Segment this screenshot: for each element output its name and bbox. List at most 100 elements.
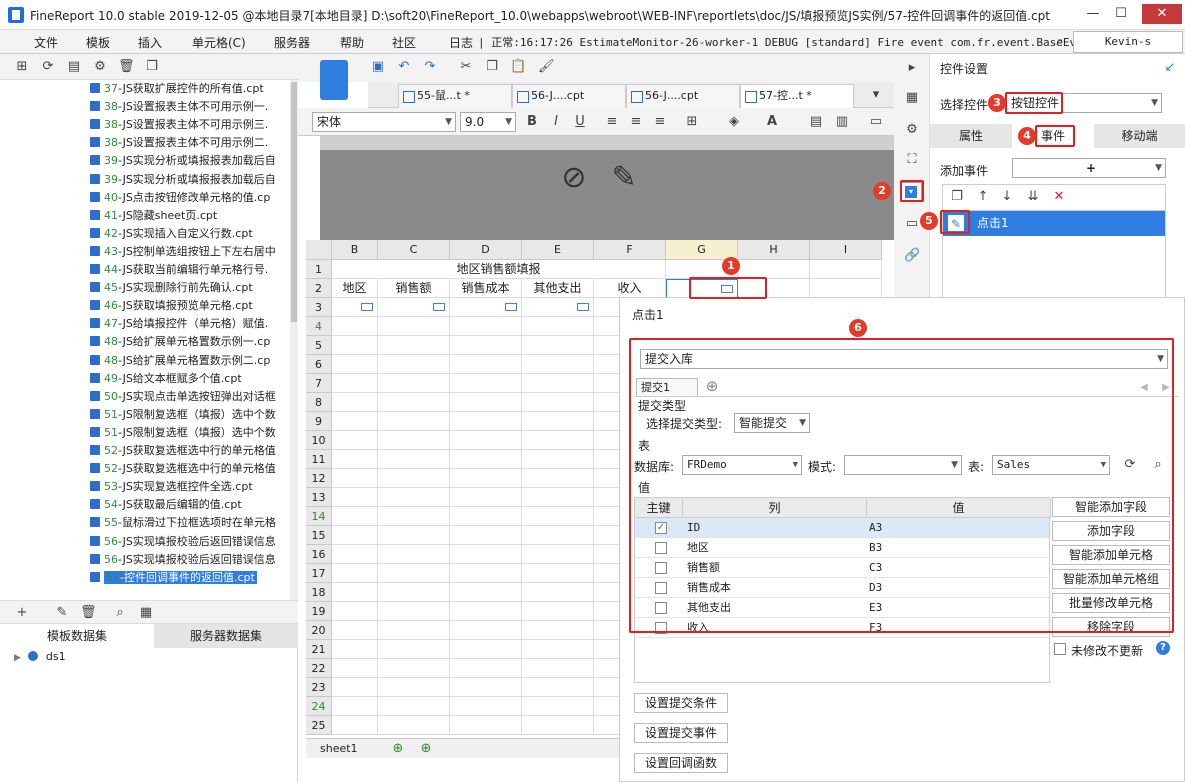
move-down-icon[interactable]: ↓ <box>999 189 1015 205</box>
hyperlink-icon[interactable]: 🔗 <box>904 248 920 264</box>
file-item[interactable]: 52-JS获取复选框选中行的单元格值 <box>90 460 276 478</box>
grid-cell[interactable] <box>332 412 378 431</box>
primary-key-checkbox[interactable] <box>655 582 667 594</box>
file-item[interactable]: 46-JS获取填报预览单元格.cpt <box>90 297 253 315</box>
cut-icon[interactable]: ✂ <box>458 59 474 75</box>
row-header[interactable]: 21 <box>306 640 332 659</box>
grid-cell[interactable] <box>522 298 594 317</box>
mode-select[interactable]: ▼ <box>844 455 962 475</box>
cell-element-icon[interactable]: ▦ <box>904 90 920 106</box>
row-header[interactable]: 7 <box>306 374 332 393</box>
row-header[interactable]: 24 <box>306 697 332 716</box>
grid-cell[interactable] <box>332 336 378 355</box>
grid-cell[interactable] <box>450 583 522 602</box>
file-item[interactable]: 52-JS获取复选框选中行的单元格值 <box>90 442 276 460</box>
row-header[interactable]: 17 <box>306 564 332 583</box>
grid-cell[interactable] <box>522 716 594 735</box>
file-item[interactable]: 39-JS实现分析或填报报表加载后自 <box>90 171 276 189</box>
help-icon[interactable]: ? <box>1156 641 1170 655</box>
add-poly-sheet-icon[interactable]: ⊕ <box>418 741 434 757</box>
file-item[interactable]: 40-JS点击按钮修改单元格的值.cp <box>90 189 270 207</box>
row-header[interactable]: 11 <box>306 450 332 469</box>
cell-attr-icon[interactable]: ⚙ <box>904 122 920 138</box>
grid-cell[interactable] <box>378 526 450 545</box>
file-item[interactable]: 38-JS设置报表主体不可用示例三. <box>90 116 268 134</box>
grid-cell[interactable] <box>332 659 378 678</box>
more-tools-icon[interactable]: ▭ <box>868 114 884 130</box>
grid-cell[interactable] <box>450 336 522 355</box>
refresh-icon[interactable]: ⟳ <box>40 59 56 75</box>
tab-template-56a[interactable]: 56-J....cpt <box>512 84 626 108</box>
table-row[interactable]: 收入 F3 <box>635 618 1049 638</box>
grid-cell[interactable] <box>332 583 378 602</box>
grid-cell[interactable] <box>332 488 378 507</box>
grid-cell[interactable] <box>450 545 522 564</box>
dataset-params-icon[interactable]: ▦ <box>138 605 154 621</box>
copy-icon[interactable]: ❐ <box>484 59 500 75</box>
font-color-icon[interactable]: A <box>764 114 780 130</box>
grid-cell[interactable] <box>332 317 378 336</box>
minimize-button[interactable]: — <box>1080 4 1106 24</box>
grid-cell[interactable] <box>378 583 450 602</box>
remove-field-button[interactable]: 移除字段 <box>1052 617 1170 637</box>
delete-event-icon[interactable]: ✕ <box>1051 189 1067 205</box>
float-element-icon[interactable]: ⛶ <box>904 152 920 168</box>
primary-key-checkbox[interactable]: ✓ <box>655 522 667 534</box>
grid-cell[interactable] <box>522 697 594 716</box>
file-item[interactable]: 42-JS实现插入自定义行数.cpt <box>90 225 253 243</box>
grid-cell[interactable] <box>378 374 450 393</box>
grid-cell[interactable] <box>378 621 450 640</box>
expand-icon[interactable]: ▶ <box>14 653 21 663</box>
row-header[interactable]: 9 <box>306 412 332 431</box>
action-type-select[interactable]: 提交入库 ▼ <box>640 349 1168 369</box>
grid-cell[interactable] <box>450 507 522 526</box>
grid-cell[interactable] <box>450 659 522 678</box>
border-icon[interactable]: ⊞ <box>684 114 700 130</box>
grid-cell[interactable] <box>332 431 378 450</box>
file-item[interactable]: 54-JS获取最后编辑的值.cpt <box>90 496 242 514</box>
grid-cell[interactable] <box>522 431 594 450</box>
file-item[interactable]: 41-JS隐藏sheet页.cpt <box>90 207 217 225</box>
menu-template[interactable]: 模板 <box>86 34 110 51</box>
grid-cell[interactable] <box>522 545 594 564</box>
grid-cell[interactable] <box>378 678 450 697</box>
add-event-button[interactable]: + ▼ <box>1012 158 1166 178</box>
row-header[interactable]: 22 <box>306 659 332 678</box>
column-header[interactable]: C <box>378 240 450 260</box>
grid-cell[interactable] <box>332 678 378 697</box>
grid-cell[interactable] <box>522 602 594 621</box>
align-left-icon[interactable]: ≡ <box>604 114 620 130</box>
grid-cell[interactable] <box>450 431 522 450</box>
row-header[interactable]: 14 <box>306 507 332 526</box>
grid-cell[interactable] <box>378 488 450 507</box>
add-submit-icon[interactable]: ⊕ <box>704 378 720 394</box>
row-header[interactable]: 23 <box>306 678 332 697</box>
grid-cell[interactable] <box>378 393 450 412</box>
bold-icon[interactable]: B <box>524 114 540 130</box>
grid-cell[interactable] <box>450 564 522 583</box>
tab-properties[interactable]: 属性 <box>930 124 1012 148</box>
tab-next-icon[interactable]: ▶ <box>1158 380 1174 396</box>
grid-cell[interactable] <box>738 279 810 298</box>
paste-icon[interactable]: 📋 <box>510 59 526 75</box>
grid-cell[interactable] <box>522 450 594 469</box>
maximize-button[interactable]: ☐ <box>1108 4 1134 24</box>
merge-cells-icon[interactable]: ▤ <box>808 114 824 130</box>
grid-corner[interactable] <box>306 240 332 260</box>
row-header[interactable]: 12 <box>306 469 332 488</box>
preview-dataset-icon[interactable]: ⌕ <box>112 605 128 621</box>
set-submit-event-button[interactable]: 设置提交事件 <box>634 723 728 743</box>
grid-cell[interactable] <box>522 621 594 640</box>
file-item[interactable]: 53-JS实现复选框控件全选.cpt <box>90 478 253 496</box>
table-row[interactable]: 销售成本 D3 <box>635 578 1049 598</box>
align-center-icon[interactable]: ≡ <box>628 114 644 130</box>
tab-menu-icon[interactable]: ▾ <box>868 87 884 103</box>
edit-dataset-icon[interactable]: ✎ <box>54 605 70 621</box>
smart-add-field-button[interactable]: 智能添加字段 <box>1052 497 1170 517</box>
edit-file-icon[interactable]: ▤ <box>66 59 82 75</box>
smart-add-cell-group-button[interactable]: 智能添加单元格组 <box>1052 569 1170 589</box>
row-header[interactable]: 15 <box>306 526 332 545</box>
grid-cell[interactable] <box>522 564 594 583</box>
row-header[interactable]: 3 <box>306 298 332 317</box>
menu-cell[interactable]: 单元格(C) <box>192 34 246 51</box>
